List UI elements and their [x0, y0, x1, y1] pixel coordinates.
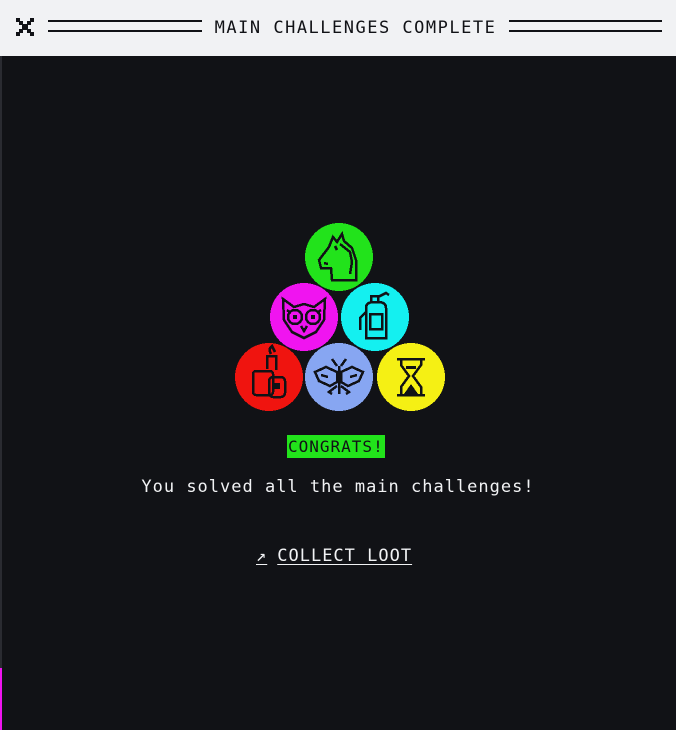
badge-hourglass	[376, 342, 446, 412]
collect-loot-label: COLLECT LOOT	[277, 546, 413, 566]
window-edge-accent	[0, 668, 2, 730]
title-rule-left	[48, 20, 202, 32]
collect-loot-link[interactable]: ↗ COLLECT LOOT	[256, 544, 412, 568]
lighter-icon	[235, 343, 303, 411]
completion-message: You solved all the main challenges!	[141, 477, 535, 497]
close-button[interactable]	[14, 16, 36, 38]
close-icon	[16, 18, 34, 36]
badge-lighter	[234, 342, 304, 412]
hourglass-icon	[377, 343, 445, 411]
window-left-edge	[0, 56, 2, 730]
window-title: MAIN CHALLENGES COMPLETE	[214, 18, 497, 38]
challenge-complete-window: MAIN CHALLENGES COMPLETE CONGRATS! You s…	[0, 0, 676, 730]
congrats-label: CONGRATS!	[287, 435, 385, 458]
arrow-up-right-icon: ↗	[256, 546, 268, 566]
badge-pyramid	[226, 214, 452, 418]
title-bar: MAIN CHALLENGES COMPLETE	[0, 0, 676, 56]
moth-icon	[305, 343, 373, 411]
badge-moth	[304, 342, 374, 412]
title-rule-right	[509, 20, 662, 32]
